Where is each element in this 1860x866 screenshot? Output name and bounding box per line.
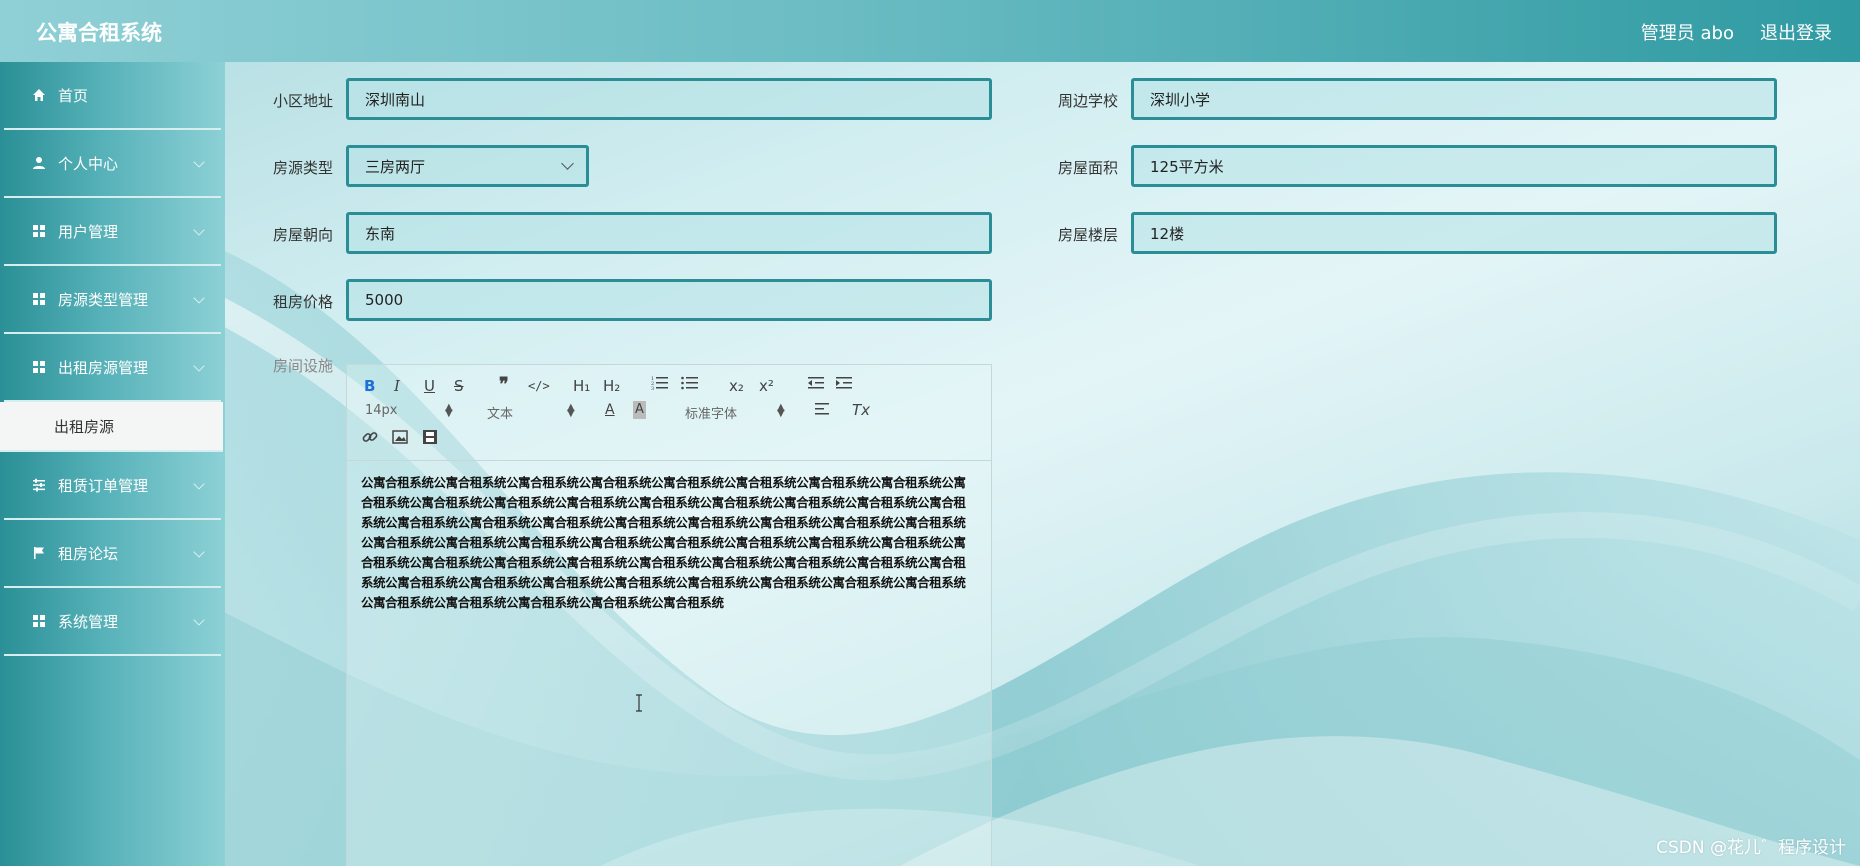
grid-icon xyxy=(32,292,46,306)
bold-button[interactable]: B xyxy=(364,377,375,395)
sidebar-item-profile[interactable]: 个人中心 xyxy=(4,130,221,198)
app-title: 公寓合租系统 xyxy=(36,21,162,45)
select-arrows-icon: ▲ ▼ xyxy=(445,402,453,419)
indent-icon[interactable] xyxy=(835,375,853,395)
school-value: 深圳小学 xyxy=(1150,90,1211,109)
sidebar-item-house-types[interactable]: 房源类型管理 xyxy=(4,266,221,334)
type-label: 房源类型 xyxy=(272,159,333,177)
subscript-button[interactable]: x₂ xyxy=(729,377,744,395)
font-size-select[interactable]: 14px xyxy=(365,403,398,418)
sidebar-item-label: 租赁订单管理 xyxy=(58,476,149,495)
heading1-button[interactable]: H₁ xyxy=(573,377,590,395)
bullet-list-icon[interactable] xyxy=(681,375,699,395)
grid-icon xyxy=(32,360,46,374)
submenu-item-rental-listings[interactable]: 出租房源 xyxy=(0,402,223,452)
select-arrows-icon: ▲ ▼ xyxy=(567,402,575,419)
font-family-select[interactable]: 标准字体 xyxy=(685,403,737,422)
house-type-value: 三房两厅 xyxy=(365,157,426,176)
blockquote-icon[interactable]: ❞ xyxy=(499,376,509,394)
top-header: 公寓合租系统 管理员 abo 退出登录 xyxy=(0,0,1860,62)
clear-format-button[interactable]: Tx xyxy=(852,401,870,419)
editor-content[interactable]: 公寓合租系统公寓合租系统公寓合租系统公寓合租系统公寓合租系统公寓合租系统公寓合租… xyxy=(347,461,991,625)
facilities-label: 房间设施 xyxy=(272,357,333,375)
sliders-icon xyxy=(32,478,46,492)
watermark-text: CSDN @花儿゛程序设计 xyxy=(1656,838,1846,858)
sidebar-item-forum[interactable]: 租房论坛 xyxy=(4,520,221,588)
italic-button[interactable]: I xyxy=(394,377,400,395)
background-color-icon[interactable]: A xyxy=(633,401,646,419)
code-block-icon[interactable]: </> xyxy=(528,377,550,395)
chevron-down-icon xyxy=(193,546,205,558)
sidebar-item-label: 房源类型管理 xyxy=(58,290,149,309)
orientation-label: 房屋朝向 xyxy=(272,226,333,244)
image-icon[interactable] xyxy=(392,429,408,449)
sidebar-item-orders[interactable]: 租赁订单管理 xyxy=(4,452,221,520)
school-label: 周边学校 xyxy=(1057,92,1118,110)
floor-label: 房屋楼层 xyxy=(1057,226,1118,244)
current-user-label[interactable]: 管理员 abo xyxy=(1641,19,1734,45)
orientation-field[interactable]: 东南 xyxy=(346,212,992,254)
sidebar-item-rentals[interactable]: 出租房源管理 xyxy=(4,334,221,402)
align-icon[interactable] xyxy=(814,401,830,421)
sidebar-item-label: 出租房源管理 xyxy=(58,358,149,377)
text-cursor-icon xyxy=(634,694,644,712)
chevron-down-icon xyxy=(561,157,574,170)
ordered-list-icon[interactable]: 123 xyxy=(651,375,669,395)
font-color-icon[interactable]: A xyxy=(605,401,615,419)
select-arrows-icon: ▲ ▼ xyxy=(777,402,785,419)
chevron-down-icon xyxy=(193,156,205,168)
svg-text:3: 3 xyxy=(651,386,654,391)
sidebar-item-label: 系统管理 xyxy=(58,612,119,631)
editor-toolbar: B I U S ❞ </> H₁ H₂ 123 x₂ x² 14px ▲ ▼ 文本… xyxy=(347,365,991,461)
outdent-icon[interactable] xyxy=(807,375,825,395)
area-label: 房屋面积 xyxy=(1057,159,1118,177)
sidebar-item-label: 个人中心 xyxy=(58,154,119,173)
sidebar-item-label: 租房论坛 xyxy=(58,544,119,563)
address-label: 小区地址 xyxy=(272,92,333,110)
sidebar-item-label: 用户管理 xyxy=(58,222,119,241)
floor-field[interactable]: 12楼 xyxy=(1131,212,1777,254)
orientation-value: 东南 xyxy=(365,224,396,243)
sidebar-item-system[interactable]: 系统管理 xyxy=(4,588,221,656)
heading2-button[interactable]: H₂ xyxy=(603,377,620,395)
home-icon xyxy=(32,88,46,102)
link-icon[interactable] xyxy=(362,429,378,449)
flag-icon xyxy=(32,546,46,560)
facilities-rich-editor[interactable]: B I U S ❞ </> H₁ H₂ 123 x₂ x² 14px ▲ ▼ 文本… xyxy=(346,364,992,866)
address-value: 深圳南山 xyxy=(365,90,426,109)
price-value: 5000 xyxy=(365,291,404,309)
video-icon[interactable] xyxy=(422,429,438,449)
chevron-down-icon xyxy=(193,292,205,304)
chevron-down-icon xyxy=(193,478,205,490)
floor-value: 12楼 xyxy=(1150,224,1185,243)
underline-button[interactable]: U xyxy=(424,377,435,395)
area-field[interactable]: 125平方米 xyxy=(1131,145,1777,187)
chevron-down-icon xyxy=(193,360,205,372)
sidebar-item-home[interactable]: 首页 xyxy=(4,62,221,130)
house-type-select[interactable]: 三房两厅 xyxy=(346,145,589,187)
sidebar-item-users[interactable]: 用户管理 xyxy=(4,198,221,266)
logout-button[interactable]: 退出登录 xyxy=(1760,19,1832,45)
address-field[interactable]: 深圳南山 xyxy=(346,78,992,120)
chevron-down-icon xyxy=(193,614,205,626)
chevron-down-icon xyxy=(193,224,205,236)
header-actions: 管理员 abo 退出登录 xyxy=(1641,19,1832,45)
superscript-button[interactable]: x² xyxy=(759,377,774,395)
sidebar: 首页 个人中心 用户管理 房源类型管理 出租房源管理 出租房源 租赁订单管理 租… xyxy=(0,62,225,866)
school-field[interactable]: 深圳小学 xyxy=(1131,78,1777,120)
area-value: 125平方米 xyxy=(1150,157,1224,176)
grid-icon xyxy=(32,224,46,238)
grid-icon xyxy=(32,614,46,628)
price-label: 租房价格 xyxy=(272,293,333,311)
header-select[interactable]: 文本 xyxy=(487,403,513,422)
price-field[interactable]: 5000 xyxy=(346,279,992,321)
strikethrough-button[interactable]: S xyxy=(454,377,464,395)
sidebar-item-label: 首页 xyxy=(58,86,89,105)
user-icon xyxy=(32,156,46,170)
